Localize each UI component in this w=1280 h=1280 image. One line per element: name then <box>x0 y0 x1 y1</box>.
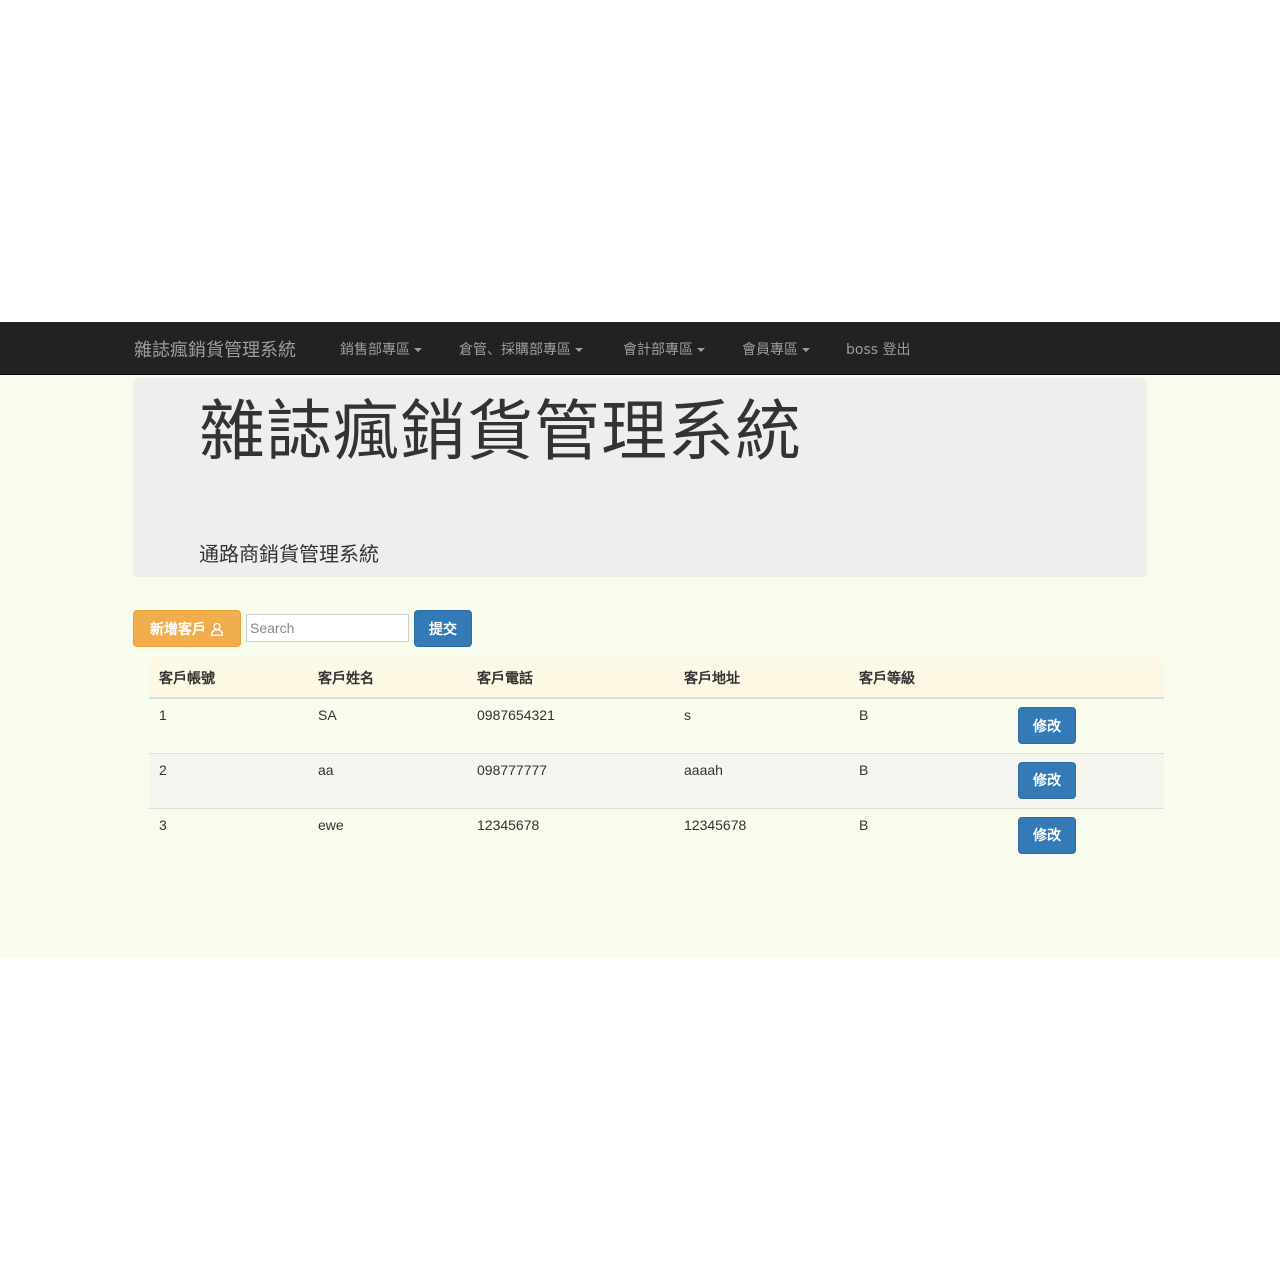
cell-customer-name: SA <box>308 697 467 753</box>
caret-down-icon <box>575 348 583 352</box>
nav-item-label: 會員專區 <box>742 342 798 358</box>
cell-actions: 修改 <box>1008 807 1164 863</box>
add-customer-label: 新增客戶 <box>150 621 206 638</box>
nav-item-accounting[interactable]: 會計部專區 <box>623 339 705 359</box>
table-row: 1 SA 0987654321 s B 修改 <box>149 697 1164 753</box>
nav-item-warehouse[interactable]: 倉管、採購部專區 <box>459 339 583 359</box>
edit-button[interactable]: 修改 <box>1018 816 1076 854</box>
header-customer-address: 客戶地址 <box>674 658 849 699</box>
cell-customer-id: 3 <box>149 807 308 863</box>
page-subtitle: 通路商銷貨管理系統 <box>199 542 379 566</box>
cell-customer-address: aaaah <box>674 752 849 808</box>
cell-customer-level: B <box>849 752 1008 808</box>
search-input[interactable] <box>246 614 409 642</box>
cell-customer-phone: 12345678 <box>467 807 674 863</box>
user-icon <box>210 622 224 636</box>
caret-down-icon <box>697 348 705 352</box>
navbar-brand[interactable]: 雜誌瘋銷貨管理系統 <box>134 336 296 362</box>
nav-item-label: 銷售部專區 <box>340 342 410 358</box>
edit-button[interactable]: 修改 <box>1018 761 1076 799</box>
cell-actions: 修改 <box>1008 697 1164 753</box>
cell-actions: 修改 <box>1008 752 1164 808</box>
cell-customer-address: 12345678 <box>674 807 849 863</box>
nav-item-logout[interactable]: boss 登出 <box>846 339 911 359</box>
cell-customer-address: s <box>674 697 849 753</box>
cell-customer-id: 1 <box>149 697 308 753</box>
page-title: 雜誌瘋銷貨管理系統 <box>199 393 802 470</box>
cell-customer-phone: 098777777 <box>467 752 674 808</box>
app-screen: 雜誌瘋銷貨管理系統 銷售部專區 倉管、採購部專區 會計部專區 會員專區 boss… <box>0 322 1280 958</box>
caret-down-icon <box>802 348 810 352</box>
cell-customer-phone: 0987654321 <box>467 697 674 753</box>
cell-customer-id: 2 <box>149 752 308 808</box>
nav-item-label: boss 登出 <box>846 342 911 358</box>
nav-item-members[interactable]: 會員專區 <box>742 339 810 359</box>
customer-table: 客戶帳號 客戶姓名 客戶電話 客戶地址 客戶等級 1 SA 0987654321… <box>149 658 1164 863</box>
add-customer-button[interactable]: 新增客戶 <box>133 610 241 647</box>
header-actions <box>1008 658 1164 699</box>
nav-item-label: 倉管、採購部專區 <box>459 342 571 358</box>
edit-button[interactable]: 修改 <box>1018 707 1076 744</box>
cell-customer-name: ewe <box>308 807 467 863</box>
nav-item-label: 會計部專區 <box>623 342 693 358</box>
header-customer-phone: 客戶電話 <box>467 658 674 699</box>
table-row: 3 ewe 12345678 12345678 B 修改 <box>149 807 1164 863</box>
header-customer-level: 客戶等級 <box>849 658 1008 699</box>
cell-customer-level: B <box>849 697 1008 753</box>
caret-down-icon <box>414 348 422 352</box>
header-customer-name: 客戶姓名 <box>308 658 467 699</box>
top-navbar: 雜誌瘋銷貨管理系統 銷售部專區 倉管、採購部專區 會計部專區 會員專區 boss… <box>0 322 1280 375</box>
jumbotron: 雜誌瘋銷貨管理系統 通路商銷貨管理系統 <box>133 378 1147 577</box>
header-customer-id: 客戶帳號 <box>149 658 308 699</box>
table-row: 2 aa 098777777 aaaah B 修改 <box>149 752 1164 808</box>
nav-item-sales[interactable]: 銷售部專區 <box>340 339 422 359</box>
submit-button[interactable]: 提交 <box>414 610 472 647</box>
table-header-row: 客戶帳號 客戶姓名 客戶電話 客戶地址 客戶等級 <box>149 658 1164 699</box>
cell-customer-name: aa <box>308 752 467 808</box>
cell-customer-level: B <box>849 807 1008 863</box>
